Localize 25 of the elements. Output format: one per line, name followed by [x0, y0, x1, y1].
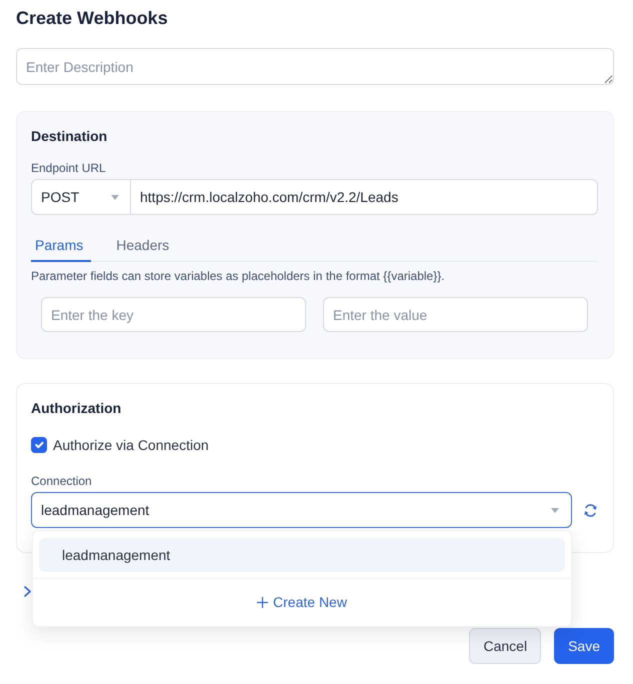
plus-icon	[257, 597, 268, 608]
description-field[interactable]: Enter Description	[16, 48, 614, 85]
checkbox[interactable]	[31, 437, 47, 453]
chevron-icon	[24, 586, 31, 596]
caret-icon	[111, 194, 119, 200]
save-button[interactable]: Save	[554, 628, 614, 664]
cancel-button[interactable]: Cancel	[469, 628, 542, 664]
value-field[interactable]: Enter the value	[323, 297, 588, 332]
tab[interactable]: Headers	[112, 235, 178, 262]
field-label: Endpoint URL	[31, 160, 107, 176]
key-field[interactable]: Enter the key	[41, 297, 306, 332]
caret-icon	[551, 508, 559, 512]
connection-select[interactable]: leadmanagement	[31, 492, 572, 528]
field-label: Connection	[31, 473, 93, 489]
section-heading: Destination	[31, 127, 108, 145]
tab[interactable]: Params	[31, 235, 92, 262]
create-new-link[interactable]: Create New	[33, 579, 571, 626]
refresh-icon[interactable]	[583, 502, 598, 518]
checkbox-label: Authorize via Connection	[53, 436, 209, 454]
url-field[interactable]: https://crm.localzoho.com/crm/v2.2/Leads	[131, 179, 598, 215]
dropdown-option[interactable]: leadmanagement	[39, 538, 565, 572]
page-title: Create Webhooks	[16, 7, 169, 29]
method-select[interactable]: POST	[31, 179, 131, 215]
help-text: Parameter fields can store variables as placeholders in the format {{variable}}.	[31, 268, 446, 284]
section-heading: Authorization	[31, 399, 122, 417]
